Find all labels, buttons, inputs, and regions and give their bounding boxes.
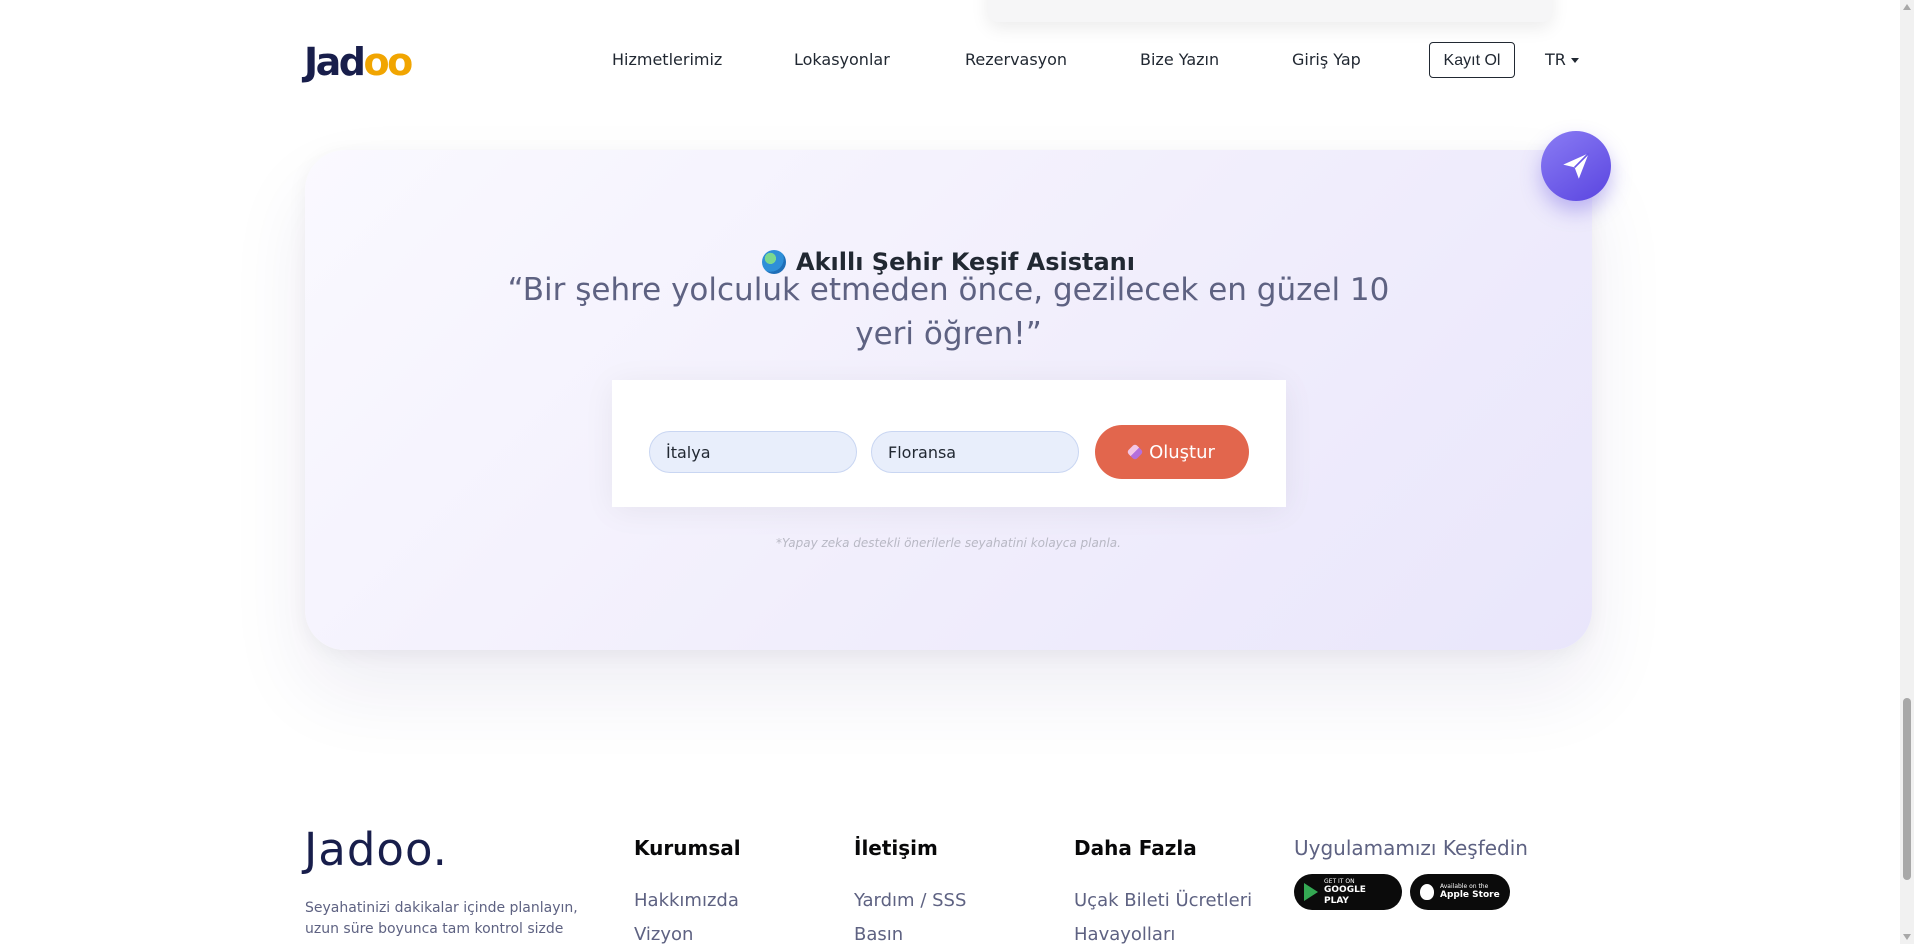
footer-link-help[interactable]: Yardım / SSS xyxy=(854,888,966,914)
apple-store-big-text: Apple Store xyxy=(1440,890,1500,900)
footer-link-airlines[interactable]: Havayolları xyxy=(1074,922,1175,948)
send-button[interactable] xyxy=(1541,131,1611,201)
logo-text: Jad xyxy=(304,40,366,84)
page-scrollbar[interactable] xyxy=(1900,0,1914,944)
country-input[interactable] xyxy=(649,431,857,473)
navbar: Jadoo Hizmetlerimiz Lokasyonlar Rezervas… xyxy=(0,0,1900,120)
footer-description: Seyahatinizi dakikalar içinde planlayın,… xyxy=(305,900,578,937)
app-heading: Uygulamamızı Keşfedin xyxy=(1294,836,1528,860)
apple-icon xyxy=(1420,884,1434,900)
signup-button[interactable]: Kayıt Ol xyxy=(1429,42,1515,78)
logo[interactable]: Jadoo xyxy=(304,38,413,86)
city-input[interactable] xyxy=(871,431,1079,473)
footer-heading-more: Daha Fazla xyxy=(1074,836,1197,860)
footer-heading-corporate: Kurumsal xyxy=(634,836,741,860)
ai-footnote: *Yapay zeka destekli önerilerle seyahati… xyxy=(776,536,1121,550)
caret-down-icon xyxy=(1570,58,1579,63)
footer-logo: Jadoo. xyxy=(304,823,448,876)
rocket-icon xyxy=(1126,443,1144,461)
assistant-quote: “Bir şehre yolculuk etmeden önce, gezile… xyxy=(507,272,1390,352)
google-play-big-text: GOOGLE PLAY xyxy=(1324,884,1366,906)
scroll-down-icon[interactable] xyxy=(1903,934,1911,940)
footer-link-vision[interactable]: Vizyon xyxy=(634,922,693,948)
google-play-icon xyxy=(1304,883,1318,901)
footer-link-flight-prices[interactable]: Uçak Bileti Ücretleri xyxy=(1074,888,1252,914)
language-label: TR xyxy=(1545,50,1566,69)
nav-link-services[interactable]: Hizmetlerimiz xyxy=(612,48,722,72)
footer-link-about[interactable]: Hakkımızda xyxy=(634,888,739,914)
create-button[interactable]: Oluştur xyxy=(1095,425,1249,479)
footer-link-press[interactable]: Basın xyxy=(854,922,903,948)
search-form: Oluştur xyxy=(612,380,1286,507)
scroll-up-icon[interactable] xyxy=(1903,4,1911,10)
paper-plane-icon xyxy=(1563,152,1590,179)
apple-store-badge[interactable]: Available on the Apple Store xyxy=(1410,874,1510,910)
google-play-badge[interactable]: GET IT ON GOOGLE PLAY xyxy=(1294,874,1402,910)
logo-accent: oo xyxy=(363,40,413,84)
nav-link-login[interactable]: Giriş Yap xyxy=(1292,48,1361,72)
google-play-small-text: GET IT ON xyxy=(1324,877,1355,885)
nav-link-contact[interactable]: Bize Yazın xyxy=(1140,48,1219,72)
apple-store-small-text: Available on the xyxy=(1440,883,1489,890)
scrollbar-thumb[interactable] xyxy=(1903,698,1911,880)
create-button-label: Oluştur xyxy=(1149,441,1215,463)
language-selector[interactable]: TR xyxy=(1545,48,1579,72)
footer-heading-contact: İletişim xyxy=(854,836,938,860)
nav-link-reservation[interactable]: Rezervasyon xyxy=(965,48,1067,72)
nav-link-locations[interactable]: Lokasyonlar xyxy=(794,48,890,72)
